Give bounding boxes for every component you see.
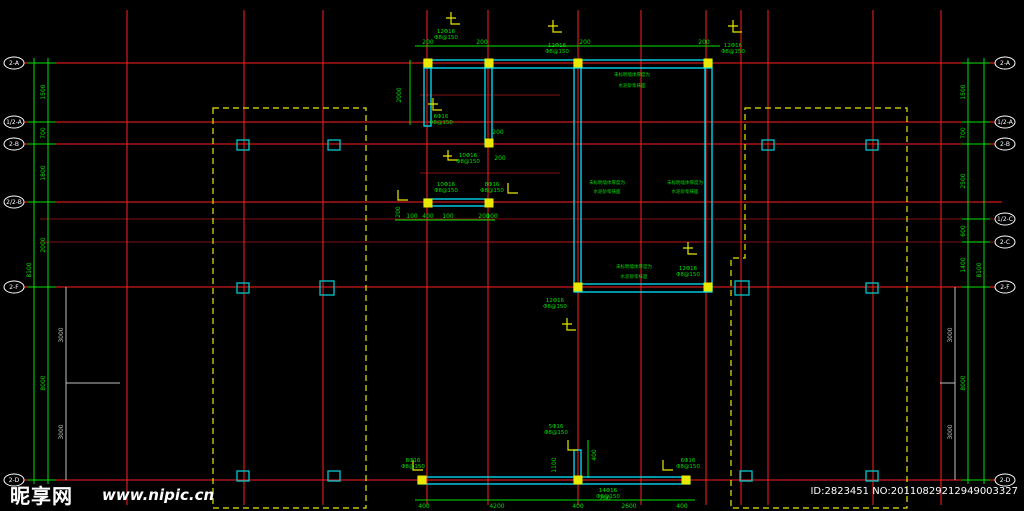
wall-note: 水泥砂浆抹面 [672,188,699,195]
column-markers [417,58,713,485]
dim-label: 200 [494,155,506,162]
wall-note: 未标明墙体厚度为 [614,71,650,78]
dim-label: 3000 [947,424,954,439]
axis-label: 1/2-A [997,119,1014,126]
dim-label: 100 [442,213,454,220]
dim-label: 100 [406,213,418,220]
dim-label: 3000 [58,327,65,342]
axis-label: 1/2-C [997,216,1013,223]
dim-label: 200 [579,39,591,46]
dimension-lines [28,45,990,501]
rebar-spec: Φ8@150 [544,430,568,436]
axis-labels-left: 2-A 1/2-A 2-B 2/2-B 2-F 2-D [6,60,23,484]
dim-label: 1100 [551,457,558,472]
dim-label: 200 [395,206,402,218]
dim-label: 8100 [26,262,33,277]
dim-label: 2000 [396,87,403,102]
dim-label: 100 [486,213,498,220]
dim-label: 3000 [58,424,65,439]
dim-label: 1500 [960,84,967,99]
dim-label: 2600 [621,503,636,510]
axis-label: 2-F [9,284,19,291]
dim-label: 400 [572,503,584,510]
rebar-spec: Φ8@150 [480,188,504,194]
rebar-spec: Φ8@150 [721,49,745,55]
dim-label: 2500 [960,173,967,188]
dimension-text-horizontal: 400 4200 400 2600 400 200 200 200 200 20… [395,39,710,510]
dim-label: 8000 [960,375,967,390]
rebar-spec: Φ8@150 [401,464,425,470]
wall-note: 水泥砂浆抹面 [619,82,646,89]
axis-label: 2/2-B [6,199,22,206]
dim-label: 400 [676,503,688,510]
dim-label: 3000 [947,327,954,342]
walls [417,59,713,485]
rebar-spec: Φ8@150 [676,464,700,470]
rebar-spec: Φ8@150 [543,304,567,310]
wall-note: 水泥砂浆抹面 [621,273,648,280]
dimension-text-right: 1500 700 2500 600 1400 8100 8000 3000 30… [947,84,983,439]
axis-bubbles [3,56,1016,487]
dim-label: 700 [40,127,47,139]
dim-label: 1500 [40,84,47,99]
watermark-logo: 昵享网 [10,484,73,508]
section-detail-symbols [397,12,742,471]
axis-label: 2-D [1000,477,1011,484]
dim-label: 400 [418,503,430,510]
rebar-spec: Φ8@150 [676,272,700,278]
rebar-spec: Φ8@150 [434,188,458,194]
wall-note: 未标明墙体厚度为 [667,179,703,186]
wall-note: 未标明墙体厚度为 [589,179,625,186]
dim-label: 700 [960,127,967,139]
axis-label: 2-C [1000,239,1010,246]
wall-note: 水泥砂浆抹面 [594,188,621,195]
rebar-spec: Φ8@150 [545,49,569,55]
dim-label: 2000 [40,237,47,252]
dim-label: 200 [698,39,710,46]
axis-label: 2-F [1000,284,1010,291]
vertical-grid-lines [126,10,942,505]
wall-note: 未标明墙体厚度为 [616,263,652,270]
axis-label: 2-A [9,60,20,67]
dim-label: 200 [476,39,488,46]
dim-label: 1800 [40,165,47,180]
rebar-annotations: 12Φ16 Φ8@150 12Φ16 Φ8@150 12Φ16 Φ8@150 6… [401,29,745,500]
dim-label: 1400 [960,257,967,272]
watermark-id: ID:2823451 NO:20110829212949003327 [810,486,1018,497]
dim-label: 200 [422,39,434,46]
dim-label: 8000 [40,375,47,390]
rebar-spec: Φ8@150 [456,159,480,165]
dim-label: 200 [492,129,504,136]
dim-label: 8100 [976,262,983,277]
dim-label: 600 [960,225,967,237]
wall-annotations: 未标明墙体厚度为 水泥砂浆抹面 未标明墙体厚度为 水泥砂浆抹面 未标明墙体厚度为… [589,71,703,280]
rebar-spec: Φ8@150 [596,494,620,500]
dim-label: 4200 [489,503,504,510]
dimension-text-left: 1500 700 1800 2000 8000 8100 3000 3000 [26,84,65,439]
watermark-url[interactable]: www.nipic.cn [102,486,214,504]
horizontal-grid-lines [22,62,1002,481]
axis-label: 2-B [1000,141,1010,148]
axis-labels-right: 2-A 1/2-A 2-B 1/2-C 2-C 2-F 2-D [997,60,1014,484]
rebar-spec: Φ8@150 [429,120,453,126]
structural-plan-drawing: 2-A 1/2-A 2-B 2/2-B 2-F 2-D 2-A 1/2-A 2-… [3,10,1016,510]
rebar-spec: Φ8@150 [434,35,458,41]
axis-label: 1/2-A [6,119,23,126]
axis-label: 2-B [9,141,19,148]
axis-label: 2-A [1000,60,1011,67]
dim-label: 400 [591,449,598,461]
dim-label: 400 [422,213,434,220]
